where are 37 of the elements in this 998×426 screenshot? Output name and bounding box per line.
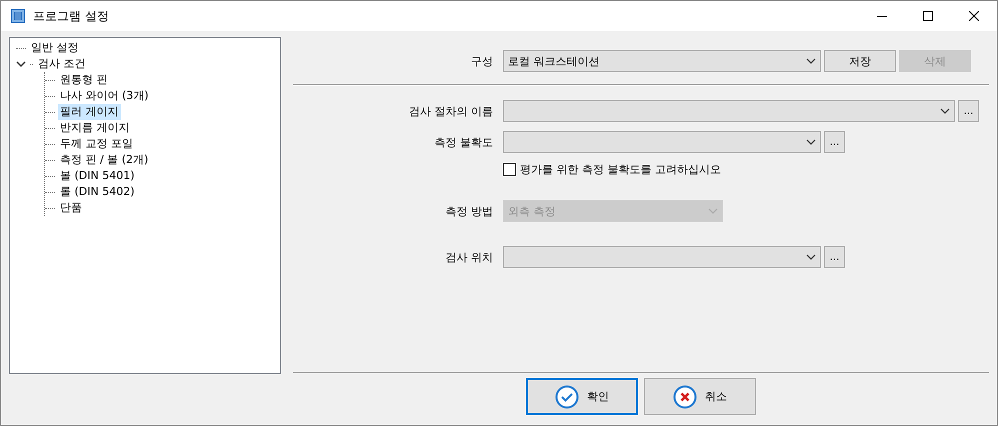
maximize-icon — [923, 11, 933, 21]
dialog-button[interactable]: 취소 — [644, 378, 756, 415]
field-label: 측정 방법 — [444, 204, 493, 218]
chevron-down-icon — [940, 108, 950, 114]
tree-item[interactable]: 측정 핀 / 볼 (2개) — [58, 152, 150, 168]
chevron-down-icon — [806, 58, 816, 64]
chevron-down-icon — [806, 254, 816, 260]
action-button[interactable]: 저장 — [824, 50, 896, 72]
window-title: 프로그램 설정 — [33, 8, 110, 24]
app-icon — [11, 9, 25, 23]
field-label: 측정 불확도 — [434, 134, 493, 150]
chevron-down-icon — [806, 139, 816, 145]
tree-item[interactable]: 볼 (DIN 5401) — [58, 168, 137, 184]
field-label: 검사 절차의 이름 — [408, 104, 493, 118]
browse-button[interactable]: ... — [824, 246, 845, 268]
tree-item[interactable]: 반지름 게이지 — [58, 120, 132, 136]
tree-item[interactable]: 나사 와이어 (3개) — [58, 88, 151, 104]
tree-item[interactable]: 두께 교정 포일 — [58, 136, 135, 152]
tree-item[interactable]: 필러 게이지 — [58, 104, 120, 120]
dialog-button[interactable]: 확인 — [526, 378, 638, 415]
chevron-down-icon[interactable] — [16, 59, 26, 69]
close-icon — [969, 11, 979, 21]
browse-button[interactable]: ... — [958, 100, 979, 122]
tree-item[interactable]: 검사 조건 — [36, 56, 88, 72]
field-label: 구성 — [470, 54, 493, 68]
dropdown[interactable]: 로컬 워크스테이션 — [503, 50, 821, 72]
checkbox[interactable] — [503, 162, 516, 176]
close-icon — [673, 384, 697, 408]
checkbox-label: 평가를 위한 측정 불확도를 고려하십시오 — [520, 162, 721, 176]
browse-button[interactable]: ... — [824, 131, 845, 153]
tree-item[interactable]: 일반 설정 — [29, 40, 80, 56]
chevron-down-icon — [708, 208, 718, 214]
field-label: 검사 위치 — [444, 250, 493, 264]
tree-item[interactable]: 단품 — [58, 200, 84, 216]
tree-item[interactable]: 롤 (DIN 5402) — [58, 184, 137, 200]
tree-item[interactable]: 원통형 핀 — [58, 72, 110, 88]
check-icon — [555, 384, 579, 408]
